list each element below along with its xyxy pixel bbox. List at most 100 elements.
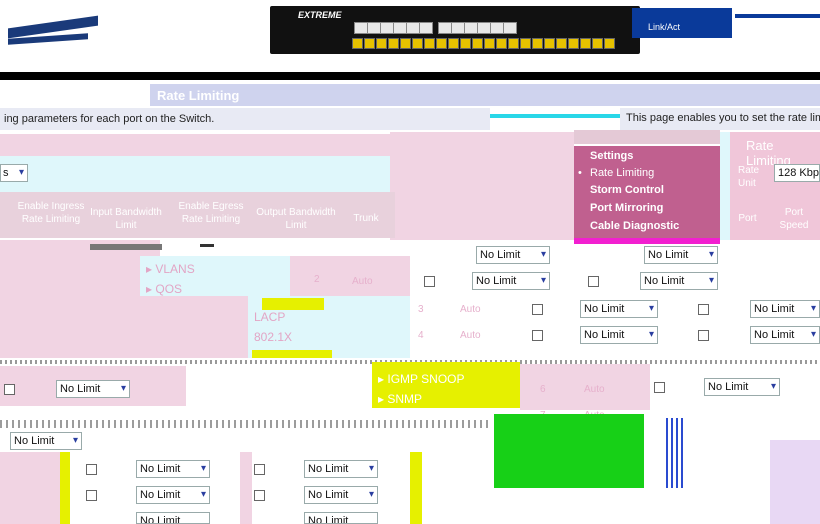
panel [290,256,410,296]
chevron-down-icon: ▾ [368,463,374,474]
port-led [604,38,615,49]
chevron-down-icon: ▾ [368,489,374,500]
glitch-bar [252,350,332,358]
chevron-down-icon: ▾ [810,303,816,314]
ethernet-port [451,22,465,34]
chevron-down-icon: ▾ [770,381,776,392]
output-limit-select-r9[interactable]: No Limit [304,512,378,524]
description-text: ing parameters for each port on the Swit… [4,113,215,125]
chevron-down-icon: ▾ [648,329,654,340]
rate-unit-select[interactable]: 128 Kbp [774,164,820,182]
chevron-down-icon: ▾ [200,463,206,474]
port-led [400,38,411,49]
port-led [448,38,459,49]
output-limit-select-r2[interactable]: No Limit ▾ [640,272,718,290]
ethernet-port [438,22,452,34]
port-number: 4 [418,330,424,341]
input-limit-select-r6[interactable]: No Limit ▾ [10,432,82,450]
glitch-bar [0,420,490,428]
egress-checkbox-r5[interactable] [654,382,665,393]
ingress-checkbox-r3[interactable] [532,304,543,315]
glitch-bar [200,244,214,247]
device-status-panel [632,8,732,38]
input-limit-select-r8[interactable]: No Limit ▾ [136,486,210,504]
input-limit-select-r7[interactable]: No Limit ▾ [136,460,210,478]
ingress-checkbox-r2[interactable] [424,276,435,287]
page-title: Rate Limiting [157,88,240,103]
mode-select[interactable]: s ▾ [0,164,28,182]
ethernet-port [464,22,478,34]
port-led [520,38,531,49]
ethernet-port [490,22,504,34]
output-limit-select-r5[interactable]: No Limit ▾ [56,380,130,398]
dropdown-menu: Settings • Rate Limiting Storm Control Po… [574,146,720,238]
glitch-bar [90,244,162,250]
egress-checkbox-r4[interactable] [698,330,709,341]
divider [490,114,620,118]
panel [240,452,252,524]
port-led [472,38,483,49]
header-input-bandwidth: Input Bandwidth Limit [90,207,162,231]
ingress-checkbox-r7[interactable] [86,464,97,475]
output-limit-select-r3[interactable]: No Limit ▾ [750,300,820,318]
panel [390,132,574,240]
table-header: Enable Ingress Rate Limiting Input Bandw… [0,192,395,238]
input-limit-select-r9[interactable]: No Limit [136,512,210,524]
ethernet-port [354,22,368,34]
chevron-down-icon: ▾ [648,303,654,314]
panel [0,156,390,192]
nav-igmp-snoop[interactable]: ▸ IGMP SNOOP [378,372,465,386]
glitch-bar [666,418,684,488]
menu-item-cable-diagnostic[interactable]: Cable Diagnostic [590,220,679,232]
ingress-checkbox-r5[interactable] [4,384,15,395]
panel [0,256,140,296]
menu-item-storm-control[interactable]: Storm Control [590,184,664,196]
ethernet-port [380,22,394,34]
chevron-down-icon: ▾ [810,329,816,340]
nav-vlans[interactable]: ▸ VLANS [146,262,195,276]
ingress-checkbox-r4[interactable] [532,330,543,341]
nav-strip [0,72,820,80]
port-led [376,38,387,49]
menu-item-rate-limiting[interactable]: • Rate Limiting [578,167,654,179]
port-led [424,38,435,49]
menu-item-settings[interactable]: Settings [590,150,633,162]
nav-lacp[interactable]: LACP [254,310,285,324]
input-limit-select-r1[interactable]: No Limit ▾ [476,246,550,264]
panel [0,452,60,524]
port-led [532,38,543,49]
chevron-down-icon: ▾ [72,435,78,446]
port-led [568,38,579,49]
output-limit-select-r8[interactable]: No Limit ▾ [304,486,378,504]
chevron-down-icon: ▾ [200,489,206,500]
egress-checkbox-r8[interactable] [254,490,265,501]
ethernet-port [477,22,491,34]
ethernet-port [393,22,407,34]
egress-checkbox-r2[interactable] [588,276,599,287]
port-speed: Auto [584,384,605,395]
nav-8021x[interactable]: 802.1X [254,330,292,344]
menu-header [574,130,720,144]
egress-checkbox-r3[interactable] [698,304,709,315]
input-limit-select-r3[interactable]: No Limit ▾ [580,300,658,318]
nav-snmp[interactable]: ▸ SNMP [378,392,422,406]
glitch-bar [262,298,324,310]
egress-checkbox-r7[interactable] [254,464,265,475]
input-limit-select-r5[interactable]: No Limit ▾ [704,378,780,396]
output-limit-select-r4[interactable]: No Limit ▾ [750,326,820,344]
output-limit-select-r7[interactable]: No Limit ▾ [304,460,378,478]
port-led [544,38,555,49]
ingress-checkbox-r8[interactable] [86,490,97,501]
glitch-bar [494,414,644,488]
chevron-down-icon: ▾ [708,275,714,286]
nav-qos[interactable]: ▸ QOS [146,282,182,296]
input-limit-select-r4[interactable]: No Limit ▾ [580,326,658,344]
bullet-icon: • [578,167,582,179]
menu-item-port-mirroring[interactable]: Port Mirroring [590,202,663,214]
rate-unit-label: Rate Unit [738,165,760,189]
port-speed: Auto [460,304,481,315]
link-legend: Link/Act [648,22,681,32]
output-limit-select-r1[interactable]: No Limit ▾ [644,246,718,264]
header-output-bandwidth: Output Bandwidth Limit [256,207,336,231]
input-limit-select-r2[interactable]: No Limit ▾ [472,272,550,290]
